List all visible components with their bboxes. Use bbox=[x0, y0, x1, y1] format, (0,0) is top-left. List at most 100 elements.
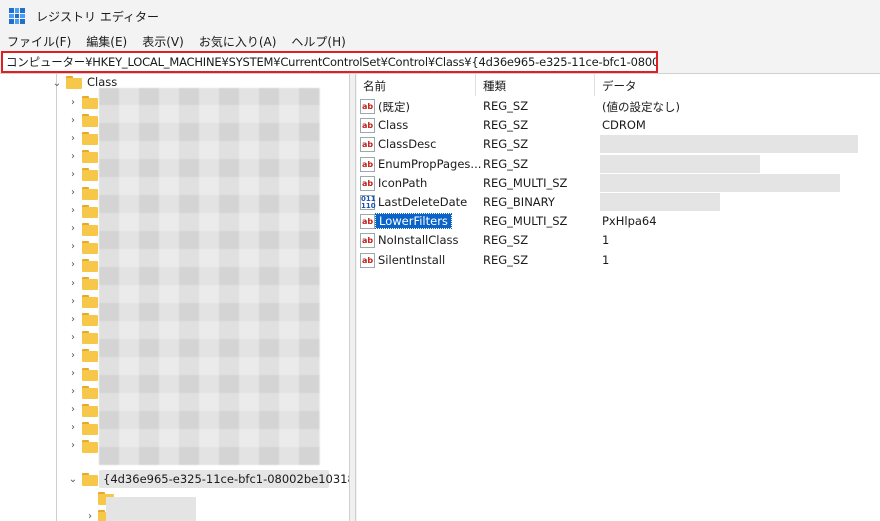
folder-icon bbox=[82, 421, 98, 435]
menu-favorites[interactable]: お気に入り(A) bbox=[199, 33, 277, 50]
column-divider[interactable] bbox=[475, 74, 476, 96]
pane-splitter[interactable] bbox=[350, 74, 356, 521]
string-value-icon: ab bbox=[360, 214, 375, 230]
window-title: レジストリ エディター bbox=[36, 9, 159, 24]
menu-edit[interactable]: 編集(E) bbox=[86, 33, 127, 50]
value-type: REG_SZ bbox=[483, 156, 529, 171]
chevron-right-icon[interactable]: › bbox=[67, 331, 79, 343]
value-type: REG_SZ bbox=[483, 137, 529, 152]
value-data: (値の設定なし) bbox=[602, 100, 680, 114]
redacted-value-data bbox=[600, 135, 858, 154]
chevron-right-icon[interactable]: › bbox=[67, 404, 79, 416]
folder-icon bbox=[82, 114, 98, 128]
string-value-icon: ab bbox=[360, 252, 375, 268]
folder-icon bbox=[82, 385, 98, 399]
chevron-right-icon[interactable]: › bbox=[67, 132, 79, 144]
value-name: ClassDesc bbox=[378, 137, 437, 152]
value-row[interactable]: ab SilentInstall REG_SZ 1 bbox=[357, 251, 880, 270]
menu-help[interactable]: ヘルプ(H) bbox=[291, 33, 345, 50]
address-bar[interactable]: コンピューター¥HKEY_LOCAL_MACHINE¥SYSTEM¥Curren… bbox=[1, 51, 658, 73]
tree-node-target-class[interactable]: ⌄ {4d36e965-e325-11ce-bfc1-08002be10318} bbox=[0, 470, 350, 488]
key-tree-pane[interactable]: ⌄ Class › › › › › › › › › › › › › › › › › › › › ⌄ {4d36e965… bbox=[0, 74, 350, 521]
chevron-right-icon[interactable]: › bbox=[67, 96, 79, 108]
value-row[interactable]: ab (既定) REG_SZ (値の設定なし) bbox=[357, 97, 880, 116]
string-value-icon: ab bbox=[360, 118, 375, 134]
folder-icon bbox=[82, 132, 98, 146]
folder-icon bbox=[82, 258, 98, 272]
chevron-right-icon[interactable]: › bbox=[67, 187, 79, 199]
value-row[interactable]: ab LowerFilters REG_MULTI_SZ PxHlpa64 bbox=[357, 212, 880, 231]
chevron-right-icon[interactable]: › bbox=[67, 440, 79, 452]
folder-icon bbox=[82, 349, 98, 363]
registry-editor-icon bbox=[9, 8, 25, 24]
value-type: REG_MULTI_SZ bbox=[483, 214, 568, 229]
string-value-icon: ab bbox=[360, 175, 375, 191]
folder-icon bbox=[82, 313, 98, 327]
chevron-right-icon[interactable]: › bbox=[67, 295, 79, 307]
chevron-down-icon[interactable]: ⌄ bbox=[67, 473, 79, 485]
folder-icon bbox=[82, 331, 98, 345]
value-name: LowerFilters bbox=[375, 213, 452, 230]
menu-file[interactable]: ファイル(F) bbox=[7, 33, 71, 50]
chevron-right-icon[interactable]: › bbox=[67, 241, 79, 253]
chevron-right-icon[interactable]: › bbox=[67, 422, 79, 434]
column-header-type[interactable]: 種類 bbox=[483, 78, 506, 94]
value-list-pane[interactable]: 名前 種類 データ ab (既定) REG_SZ (値の設定なし) ab Class REG… bbox=[357, 74, 880, 521]
chevron-right-icon[interactable]: › bbox=[67, 150, 79, 162]
redacted-value-data bbox=[600, 173, 840, 192]
menu-view[interactable]: 表示(V) bbox=[142, 33, 184, 50]
chevron-right-icon[interactable]: › bbox=[67, 277, 79, 289]
chevron-right-icon[interactable]: › bbox=[67, 114, 79, 126]
folder-icon bbox=[82, 473, 98, 486]
redacted-key-names bbox=[99, 88, 320, 465]
value-name: IconPath bbox=[378, 175, 428, 190]
address-path: コンピューター¥HKEY_LOCAL_MACHINE¥SYSTEM¥Curren… bbox=[6, 55, 658, 69]
redacted-value-data bbox=[600, 154, 760, 173]
chevron-right-icon[interactable]: › bbox=[84, 510, 96, 521]
value-name: (既定) bbox=[378, 100, 410, 114]
value-name: LastDeleteDate bbox=[378, 195, 468, 209]
list-header: 名前 種類 データ bbox=[357, 74, 880, 96]
folder-icon bbox=[82, 367, 98, 381]
column-divider[interactable] bbox=[594, 74, 595, 96]
value-row[interactable]: ab Class REG_SZ CDROM bbox=[357, 116, 880, 135]
value-type: REG_SZ bbox=[483, 118, 529, 133]
chevron-right-icon[interactable]: › bbox=[67, 223, 79, 235]
folder-icon bbox=[82, 403, 98, 417]
redacted-value-data bbox=[600, 193, 720, 211]
folder-icon bbox=[82, 277, 98, 290]
folder-icon bbox=[82, 204, 98, 218]
value-data: PxHlpa64 bbox=[602, 214, 657, 229]
chevron-right-icon[interactable]: › bbox=[67, 313, 79, 325]
value-type: REG_SZ bbox=[483, 233, 529, 248]
value-data: 1 bbox=[602, 233, 610, 248]
folder-icon bbox=[82, 295, 98, 309]
redacted-subkey-names bbox=[106, 497, 196, 521]
tree-node-label: Class bbox=[87, 75, 118, 89]
value-data: 1 bbox=[602, 252, 610, 267]
menu-bar: ファイル(F) 編集(E) 表示(V) お気に入り(A) ヘルプ(H) bbox=[0, 32, 880, 50]
value-type: REG_SZ bbox=[483, 99, 529, 113]
chevron-right-icon[interactable]: › bbox=[67, 259, 79, 271]
tree-node-label: {4d36e965-e325-11ce-bfc1-08002be10318} bbox=[103, 472, 350, 486]
chevron-down-icon[interactable]: ⌄ bbox=[51, 77, 63, 89]
chevron-right-icon[interactable]: › bbox=[67, 168, 79, 180]
value-name: Class bbox=[378, 118, 409, 133]
string-value-icon: ab bbox=[360, 233, 375, 249]
chevron-right-icon[interactable]: › bbox=[67, 205, 79, 217]
binary-value-icon: 011 110 bbox=[360, 195, 376, 210]
chevron-right-icon[interactable]: › bbox=[67, 368, 79, 380]
value-type: REG_BINARY bbox=[483, 195, 555, 209]
value-row[interactable]: ab NoInstallClass REG_SZ 1 bbox=[357, 231, 880, 250]
value-name: SilentInstall bbox=[378, 252, 446, 267]
column-header-data[interactable]: データ bbox=[602, 78, 637, 94]
value-name: EnumPropPages... bbox=[378, 156, 482, 171]
chevron-right-icon[interactable]: › bbox=[67, 386, 79, 398]
folder-icon bbox=[82, 240, 98, 254]
string-value-icon: ab bbox=[360, 137, 375, 153]
column-header-name[interactable]: 名前 bbox=[363, 78, 386, 94]
string-value-icon: ab bbox=[360, 99, 375, 114]
chevron-right-icon[interactable]: › bbox=[67, 349, 79, 361]
folder-icon bbox=[82, 168, 98, 182]
folder-icon bbox=[82, 186, 98, 200]
